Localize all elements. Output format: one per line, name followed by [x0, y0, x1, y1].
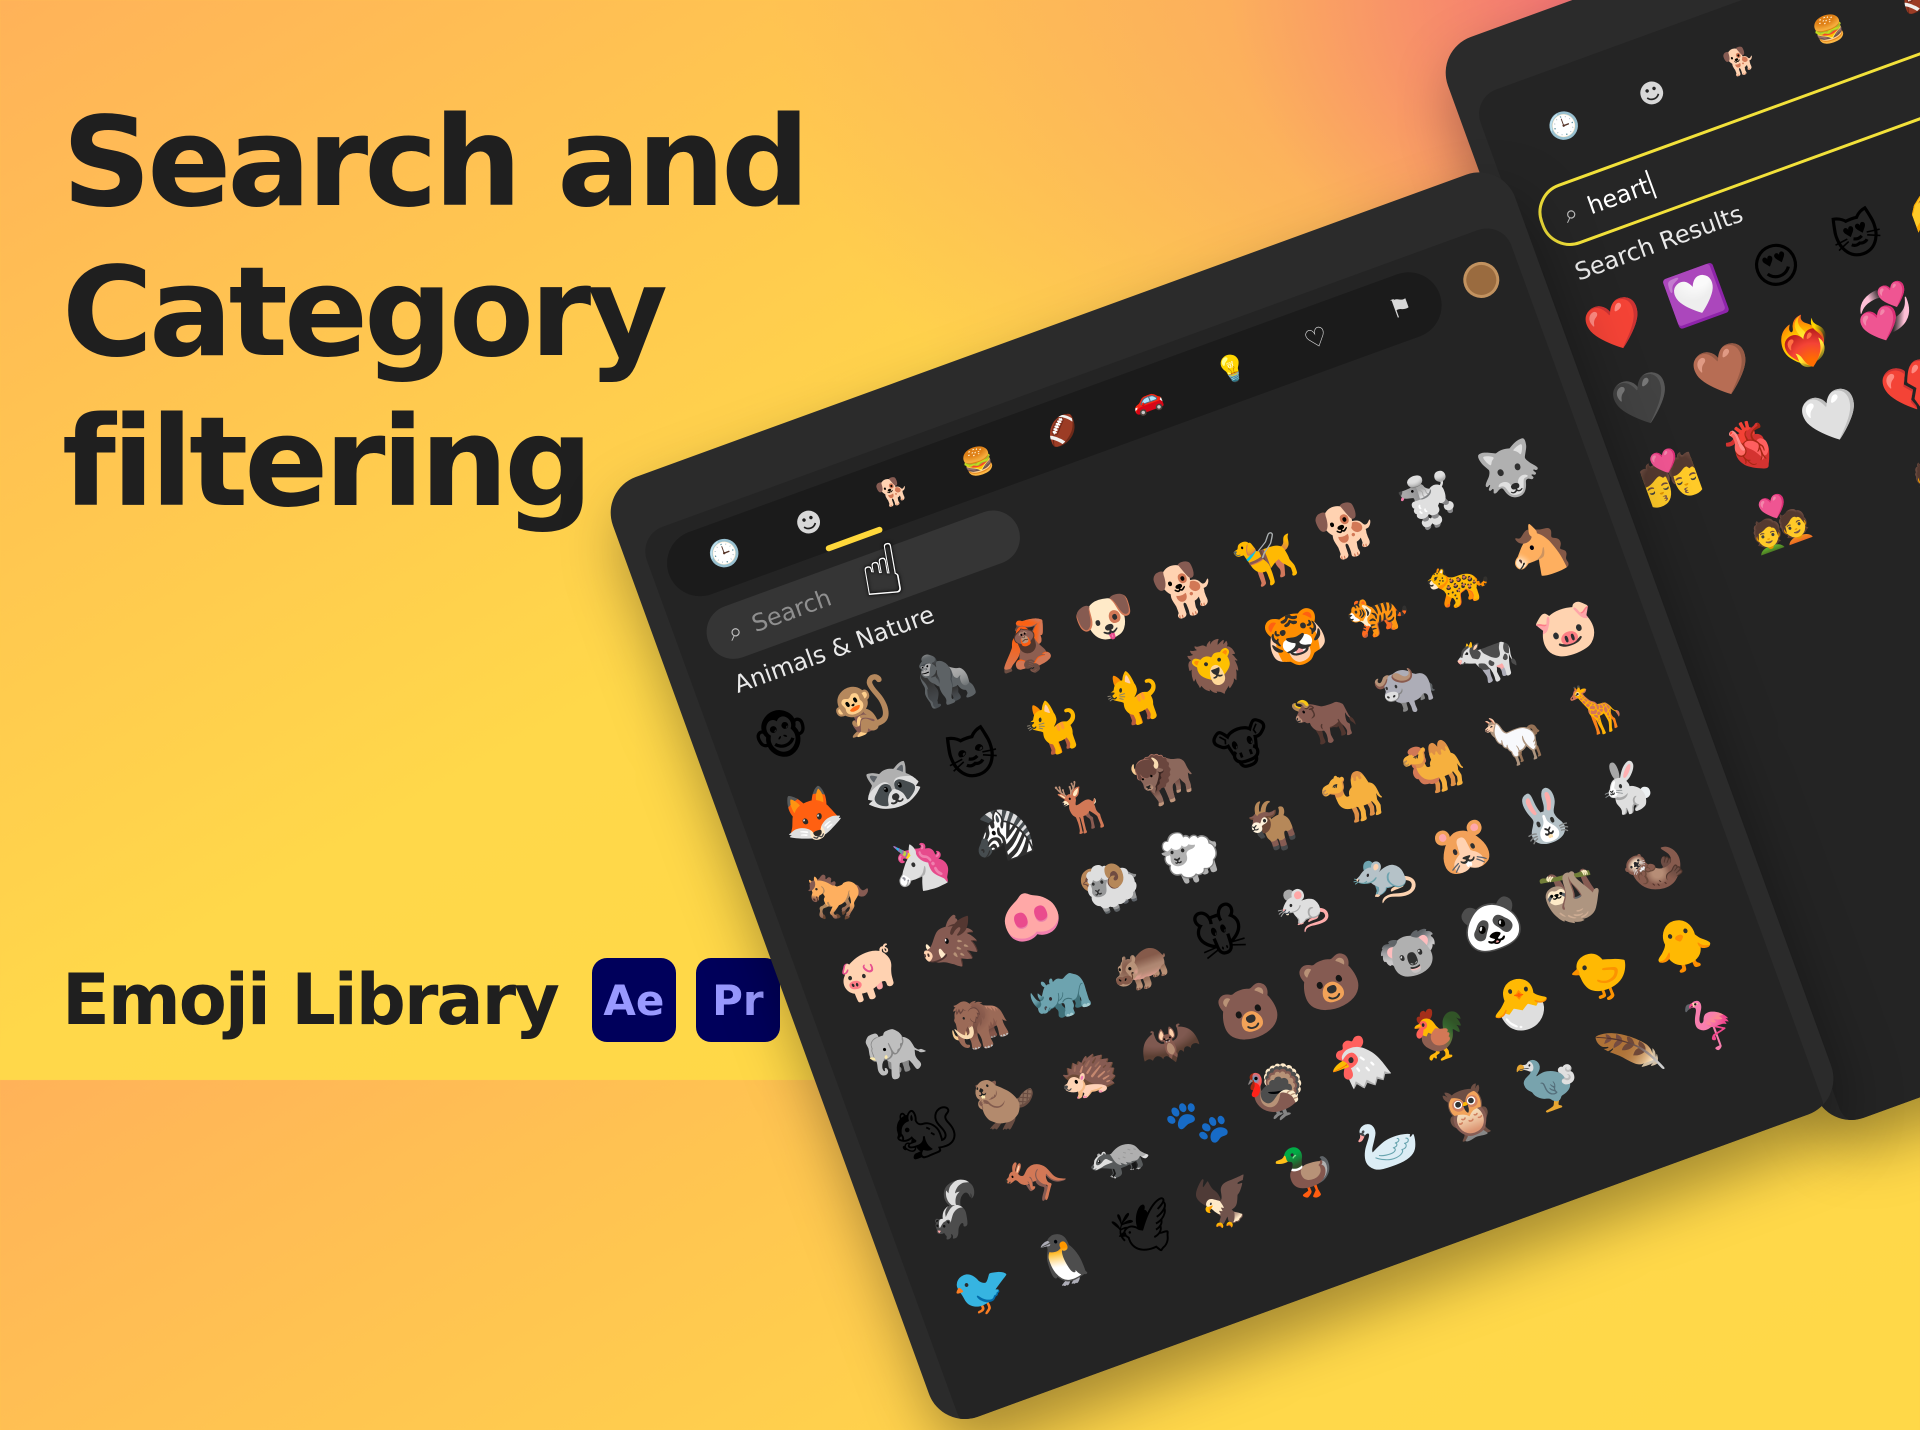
brand-row: Emoji Library Ae Pr [62, 955, 780, 1045]
skin-tone-selector[interactable] [1458, 256, 1505, 303]
headline-line-1: Search and [62, 91, 810, 235]
premiere-pro-badge: Pr [695, 958, 780, 1042]
search-icon: ⌕ [1559, 197, 1582, 229]
flag-icon[interactable]: ⚑ [1348, 263, 1454, 354]
search-icon: ⌕ [724, 615, 747, 647]
after-effects-badge: Ae [591, 958, 676, 1042]
brand-title: Emoji Library [62, 959, 560, 1041]
headline-line-2: Category [62, 241, 668, 385]
search-input-value: heart [1583, 171, 1654, 221]
search-placeholder: Search [748, 583, 836, 639]
